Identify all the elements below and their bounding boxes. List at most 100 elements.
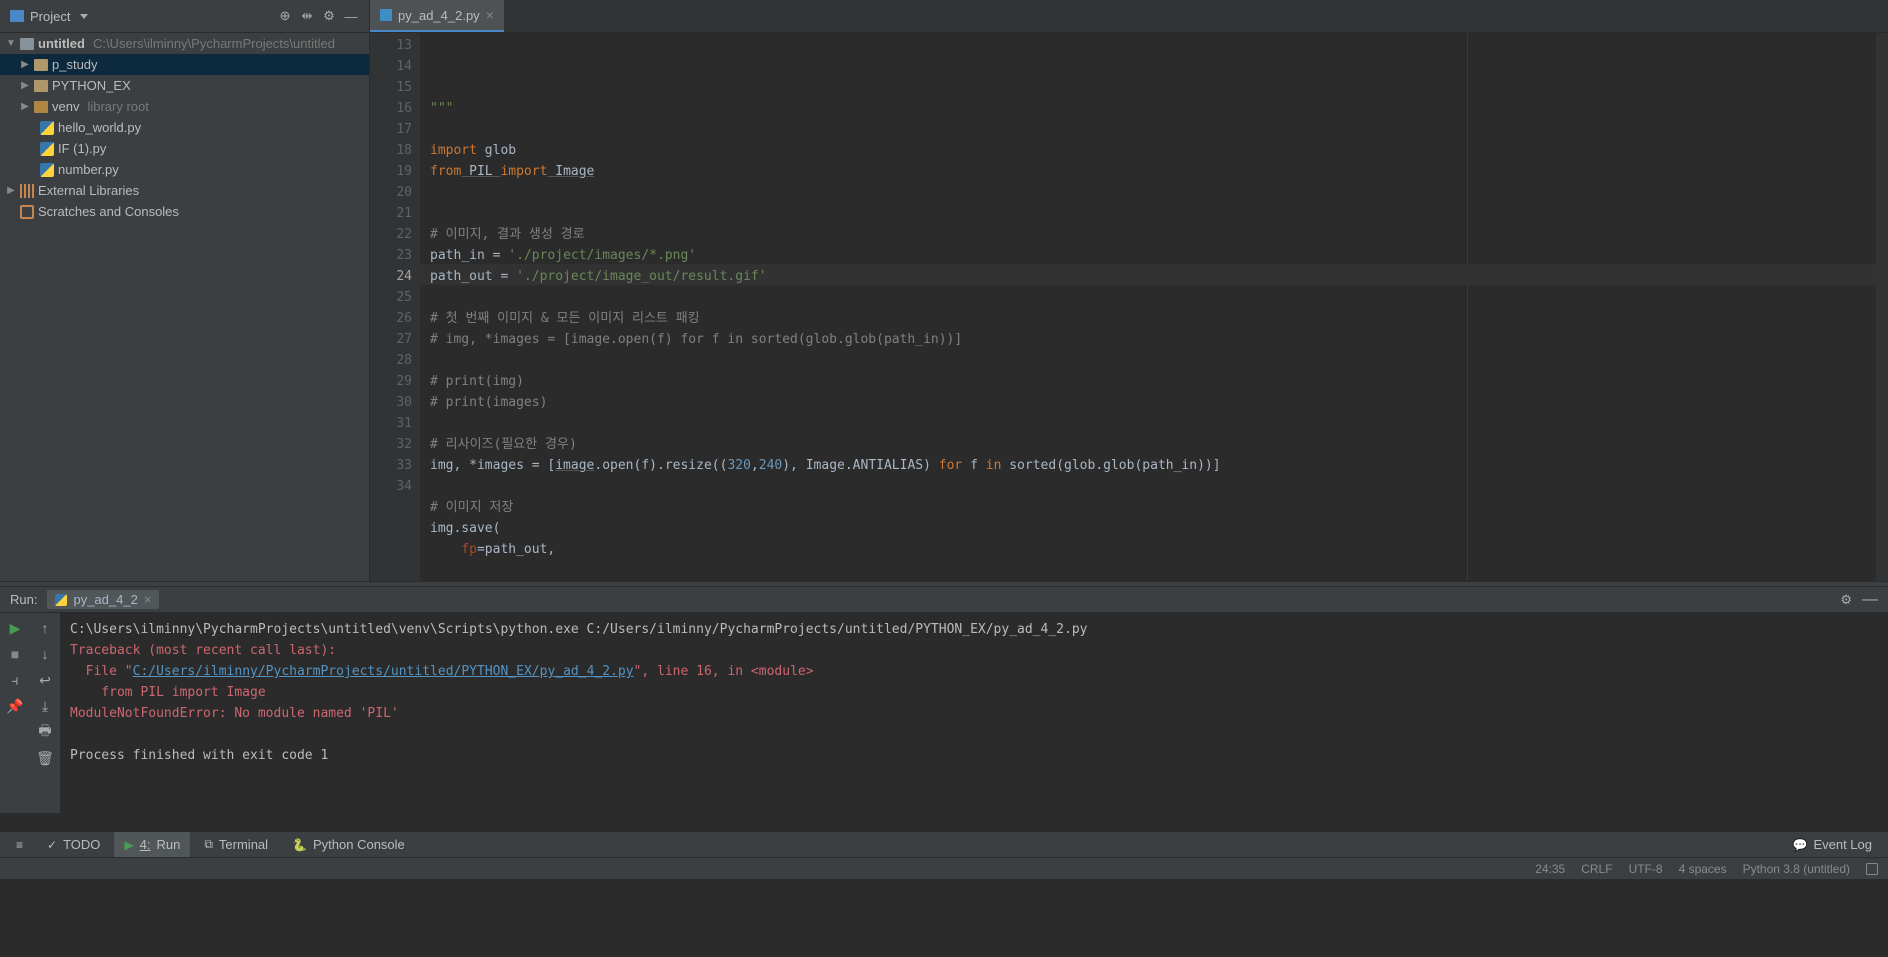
folder-label: PYTHON_EX xyxy=(52,78,131,93)
console-line: from PIL import Image xyxy=(70,685,266,700)
code-l27: # print(images) xyxy=(430,395,547,410)
console-line: File " xyxy=(70,664,133,679)
python-interpreter[interactable]: Python 3.8 (untitled) xyxy=(1743,862,1850,876)
scratch-label: Scratches and Consoles xyxy=(38,204,179,219)
code-l26: # print(img) xyxy=(430,374,524,389)
collapse-icon[interactable]: ⇹ xyxy=(299,8,315,24)
tree-external-libraries[interactable]: ▶ External Libraries xyxy=(0,180,369,201)
tab-python-console[interactable]: 🐍Python Console xyxy=(282,832,415,857)
up-icon[interactable]: ↑ xyxy=(36,619,54,637)
folder-hint: library root xyxy=(87,99,148,114)
close-icon[interactable]: × xyxy=(486,7,494,23)
tab-todo[interactable]: ✓TODO xyxy=(37,832,110,857)
root-path: C:\Users\ilminny\PycharmProjects\untitle… xyxy=(93,36,335,51)
tree-file-number[interactable]: number.py xyxy=(0,159,369,180)
scroll-to-end-icon[interactable]: ⤓ xyxy=(36,697,54,715)
topbar: Project ⊕ ⇹ ⚙ — py_ad_4_2.py × xyxy=(0,0,1888,33)
folder-icon xyxy=(34,80,48,92)
code-l29: # 리사이즈(필요한 경우) xyxy=(430,437,577,452)
file-link[interactable]: C:/Users/ilminny/PycharmProjects/untitle… xyxy=(133,664,634,679)
line-separator[interactable]: CRLF xyxy=(1581,862,1612,876)
softwrap-icon[interactable]: ↩ xyxy=(36,671,54,689)
code-area[interactable]: """ import glob from PIL import Image # … xyxy=(420,33,1888,581)
console-line: ModuleNotFoundError: No module named 'PI… xyxy=(70,706,399,721)
tab-event-log[interactable]: 💬Event Log xyxy=(1783,832,1883,857)
tree-file-if1[interactable]: IF (1).py xyxy=(0,138,369,159)
cursor-position[interactable]: 24:35 xyxy=(1535,862,1565,876)
chevron-down-icon: ▼ xyxy=(6,38,16,49)
chevron-right-icon: ▶ xyxy=(20,59,30,70)
pin-icon[interactable]: 📌 xyxy=(6,697,24,715)
code-l30: img, *images = [ xyxy=(430,458,555,473)
folder-icon xyxy=(34,59,48,71)
tree-folder-pstudy[interactable]: ▶ p_study xyxy=(0,54,369,75)
project-toolwindow-header[interactable]: Project ⊕ ⇹ ⚙ — xyxy=(0,0,370,32)
project-tree[interactable]: ▼ untitled C:\Users\ilminny\PycharmProje… xyxy=(0,33,370,581)
chevron-down-icon xyxy=(80,14,88,19)
gear-icon[interactable]: ⚙ xyxy=(1840,592,1852,608)
library-icon xyxy=(20,184,34,198)
scratch-icon xyxy=(20,205,34,219)
code-l15: import xyxy=(430,143,477,158)
down-icon[interactable]: ↓ xyxy=(36,645,54,663)
python-icon xyxy=(55,594,67,606)
console-line: C:\Users\ilminny\PycharmProjects\untitle… xyxy=(70,622,1087,637)
folder-label: venv xyxy=(52,99,79,114)
code-l33: img.save( xyxy=(430,521,500,536)
folder-label: p_study xyxy=(52,57,98,72)
run-toolbar-left2: ↑ ↓ ↩ ⤓ 🖶 🗑 xyxy=(30,613,60,813)
tree-folder-venv[interactable]: ▶ venv library root xyxy=(0,96,369,117)
tree-folder-pythonex[interactable]: ▶ PYTHON_EX xyxy=(0,75,369,96)
rerun-icon[interactable]: ▶ xyxy=(6,619,24,637)
minimize-icon[interactable]: — xyxy=(1862,591,1878,609)
run-toolbar-left: ▶ ■ ⫞ 📌 xyxy=(0,613,30,813)
tab-terminal[interactable]: ⧉Terminal xyxy=(194,832,278,857)
console-output[interactable]: C:\Users\ilminny\PycharmProjects\untitle… xyxy=(60,613,1888,813)
bottom-toolwindow-tabs: ≡ ✓TODO ▶4: Run ⧉Terminal 🐍Python Consol… xyxy=(0,831,1888,857)
stop-icon[interactable]: ■ xyxy=(6,645,24,663)
console-line: Process finished with exit code 1 xyxy=(70,748,328,763)
gear-icon[interactable]: ⚙ xyxy=(321,8,337,24)
code-l21: path_out = xyxy=(430,269,516,284)
chevron-right-icon: ▶ xyxy=(20,80,30,91)
trash-icon[interactable]: 🗑 xyxy=(36,749,54,767)
tab-structure[interactable]: ≡ xyxy=(6,832,33,857)
file-label: number.py xyxy=(58,162,119,177)
extlib-label: External Libraries xyxy=(38,183,139,198)
editor-scrollbar[interactable] xyxy=(1876,33,1888,581)
run-tab-name: py_ad_4_2 xyxy=(73,592,137,607)
run-configuration-tab[interactable]: py_ad_4_2 × xyxy=(47,590,159,609)
chevron-right-icon: ▶ xyxy=(6,185,16,196)
print-icon[interactable]: 🖶 xyxy=(36,723,54,741)
file-encoding[interactable]: UTF-8 xyxy=(1629,862,1663,876)
right-margin xyxy=(1467,33,1468,581)
editor-tab[interactable]: py_ad_4_2.py × xyxy=(370,0,504,32)
indent-settings[interactable]: 4 spaces xyxy=(1679,862,1727,876)
code-l19: # 이미지, 결과 생성 경로 xyxy=(430,227,585,242)
project-icon xyxy=(10,10,24,22)
python-file-icon xyxy=(40,121,54,135)
editor-area[interactable]: 1314151617181920212223242526272829303132… xyxy=(370,33,1888,581)
tree-root[interactable]: ▼ untitled C:\Users\ilminny\PycharmProje… xyxy=(0,33,369,54)
python-file-icon xyxy=(40,142,54,156)
locate-icon[interactable]: ⊕ xyxy=(277,8,293,24)
code-l13: """ xyxy=(430,101,453,116)
code-l34 xyxy=(430,542,461,557)
tree-file-hello[interactable]: hello_world.py xyxy=(0,117,369,138)
tab-filename: py_ad_4_2.py xyxy=(398,8,480,23)
tab-run[interactable]: ▶4: Run xyxy=(114,832,190,857)
gutter[interactable]: 1314151617181920212223242526272829303132… xyxy=(370,33,420,581)
folder-icon xyxy=(34,101,48,113)
status-bar: 24:35 CRLF UTF-8 4 spaces Python 3.8 (un… xyxy=(0,857,1888,879)
python-file-icon xyxy=(380,9,392,21)
lock-icon[interactable] xyxy=(1866,863,1878,875)
project-label: Project xyxy=(30,9,70,24)
hide-icon[interactable]: — xyxy=(343,8,359,24)
layout-icon[interactable]: ⫞ xyxy=(6,671,24,689)
tree-scratches[interactable]: ▶ Scratches and Consoles xyxy=(0,201,369,222)
run-toolwindow-header: Run: py_ad_4_2 × ⚙ — xyxy=(0,587,1888,613)
close-icon[interactable]: × xyxy=(144,592,152,607)
folder-icon xyxy=(20,38,34,50)
code-l16: from xyxy=(430,164,461,179)
file-label: IF (1).py xyxy=(58,141,106,156)
